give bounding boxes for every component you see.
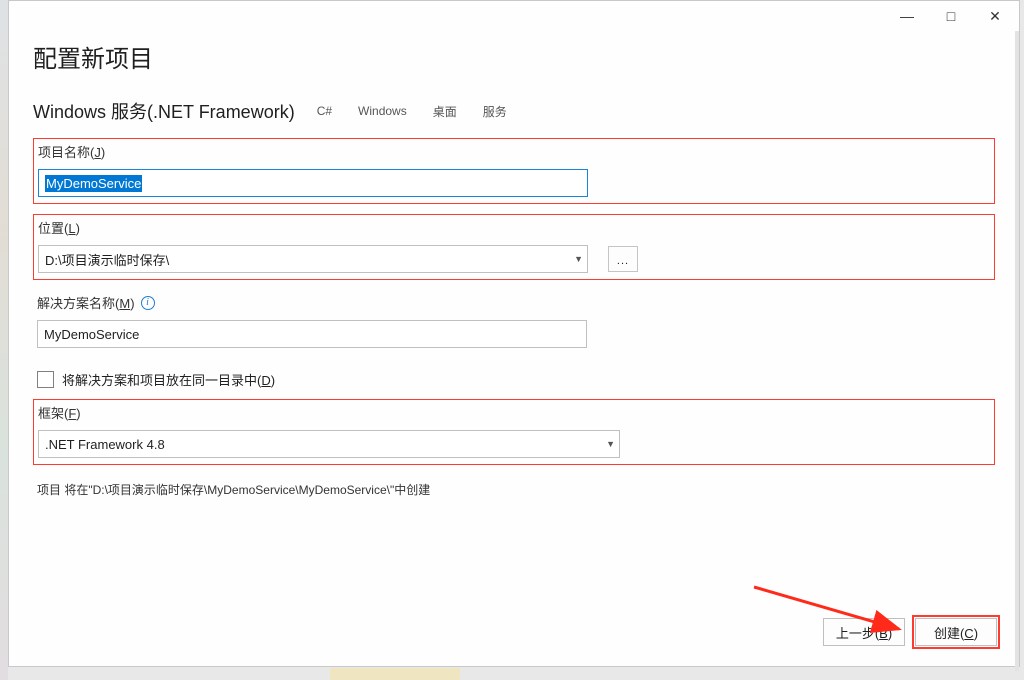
framework-value: .NET Framework 4.8 [45, 437, 165, 452]
same-dir-row: 将解决方案和项目放在同一目录中(D) [33, 364, 995, 399]
cropped-side-stripe [0, 0, 8, 680]
chevron-down-icon: ▼ [606, 439, 615, 449]
solution-name-input[interactable]: MyDemoService [37, 320, 587, 348]
same-dir-label: 将解决方案和项目放在同一目录中(D) [62, 370, 275, 389]
label-text: 解决方案名称(M) [37, 293, 135, 312]
location-label: 位置(L) [38, 218, 990, 237]
label-text: 项目名称(J) [38, 142, 105, 161]
project-name-block: 项目名称(J) MyDemoService [33, 138, 995, 204]
page-title: 配置新项目 [33, 39, 995, 74]
framework-combo[interactable]: .NET Framework 4.8 ▼ [38, 430, 620, 458]
tag-windows: Windows [354, 102, 411, 120]
subtitle-row: Windows 服务(.NET Framework) C# Windows 桌面… [33, 98, 995, 124]
creation-path-note: 项目 将在"D:\项目演示临时保存\MyDemoService\MyDemoSe… [33, 475, 995, 504]
same-dir-checkbox[interactable] [37, 371, 54, 388]
project-name-value: MyDemoService [45, 175, 142, 192]
dialog-content: 配置新项目 Windows 服务(.NET Framework) C# Wind… [9, 31, 1019, 504]
location-combo[interactable]: D:\项目演示临时保存\ ▼ [38, 245, 588, 273]
framework-label: 框架(F) [38, 403, 990, 422]
tag-csharp: C# [313, 102, 336, 120]
cropped-right-stripe [1015, 31, 1019, 671]
solution-name-label: 解决方案名称(M) i [37, 293, 991, 312]
footer-buttons: 上一步(B) 创建(C) [823, 618, 997, 646]
back-button[interactable]: 上一步(B) [823, 618, 905, 646]
framework-block: 框架(F) .NET Framework 4.8 ▼ [33, 399, 995, 465]
location-value: D:\项目演示临时保存\ [45, 250, 169, 269]
label-text: 框架(F) [38, 403, 81, 422]
create-label: 创建(C) [934, 623, 978, 642]
cropped-bottom-stripe [330, 668, 460, 680]
close-button[interactable]: ✕ [973, 2, 1017, 30]
project-name-label: 项目名称(J) [38, 142, 990, 161]
browse-button[interactable]: ... [608, 246, 638, 272]
location-block: 位置(L) D:\项目演示临时保存\ ▼ ... [33, 214, 995, 280]
label-text: 位置(L) [38, 218, 80, 237]
back-label: 上一步(B) [836, 623, 892, 642]
solution-name-block: 解决方案名称(M) i MyDemoService [33, 290, 995, 354]
dialog-window: — □ ✕ 配置新项目 Windows 服务(.NET Framework) C… [8, 0, 1020, 667]
minimize-button[interactable]: — [885, 2, 929, 30]
maximize-button[interactable]: □ [929, 2, 973, 30]
info-icon[interactable]: i [141, 296, 155, 310]
tag-service: 服务 [479, 101, 511, 122]
titlebar: — □ ✕ [9, 1, 1019, 31]
template-name: Windows 服务(.NET Framework) [33, 98, 295, 124]
tag-desktop: 桌面 [429, 101, 461, 122]
create-button[interactable]: 创建(C) [915, 618, 997, 646]
solution-name-value: MyDemoService [44, 327, 139, 342]
project-name-input[interactable]: MyDemoService [38, 169, 588, 197]
chevron-down-icon: ▼ [574, 254, 583, 264]
